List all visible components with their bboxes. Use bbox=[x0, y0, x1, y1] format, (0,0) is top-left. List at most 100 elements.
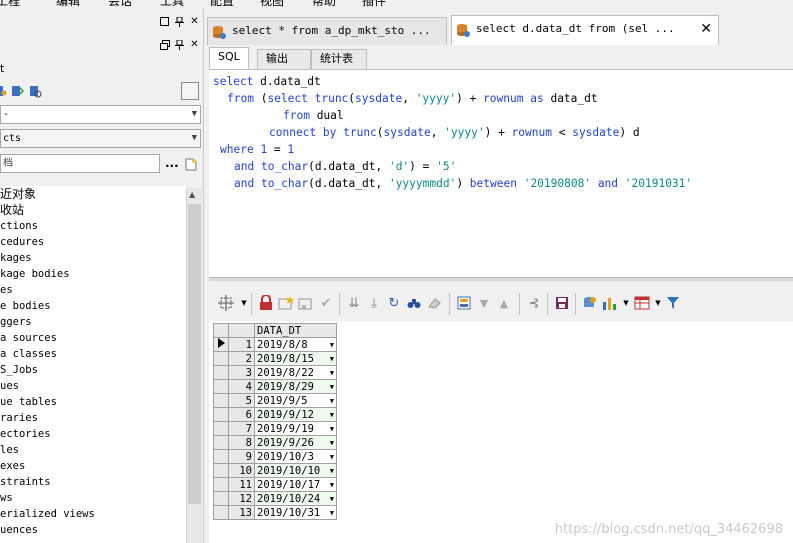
filter-icon[interactable] bbox=[665, 295, 683, 311]
table-row[interactable]: 11 2019/10/17 ▼ bbox=[213, 477, 337, 492]
cell-dropdown-icon[interactable]: ▼ bbox=[330, 395, 334, 407]
row-indicator[interactable] bbox=[213, 449, 229, 464]
export-db-icon[interactable] bbox=[581, 295, 599, 311]
tab-output[interactable]: 输出 bbox=[257, 49, 311, 69]
db-find-icon[interactable] bbox=[28, 84, 42, 101]
square-button[interactable] bbox=[181, 82, 199, 100]
tree-item[interactable]: raries bbox=[0, 410, 186, 426]
table-row[interactable]: 2 2019/8/15 ▼ bbox=[213, 351, 337, 366]
cell-dropdown-icon[interactable]: ▼ bbox=[330, 507, 334, 519]
chevron-down-icon[interactable]: ▼ bbox=[192, 106, 197, 123]
tree-item[interactable]: es bbox=[0, 282, 186, 298]
close-tab-icon[interactable]: ✕ bbox=[700, 16, 712, 42]
menu-config[interactable]: 配置 bbox=[210, 0, 234, 9]
cell-dropdown-icon[interactable]: ▼ bbox=[330, 479, 334, 491]
table-row[interactable]: 12 2019/10/24 ▼ bbox=[213, 491, 337, 506]
tree-item[interactable]: S_Jobs bbox=[0, 362, 186, 378]
tree-item[interactable]: e bodies bbox=[0, 298, 186, 314]
cell-data-dt[interactable]: 2019/10/24 ▼ bbox=[254, 491, 337, 506]
tree-item[interactable]: cedures bbox=[0, 234, 186, 250]
cell-data-dt[interactable]: 2019/9/5 ▼ bbox=[254, 393, 337, 408]
tree-item[interactable]: uences bbox=[0, 522, 186, 538]
cell-data-dt[interactable]: 2019/10/17 ▼ bbox=[254, 477, 337, 492]
tree-item[interactable]: 收站 bbox=[0, 202, 186, 218]
more-button[interactable]: ... bbox=[165, 156, 179, 170]
cell-dropdown-icon[interactable]: ▼ bbox=[330, 493, 334, 505]
db-refresh-icon[interactable] bbox=[10, 84, 25, 101]
refresh-icon[interactable]: ↻ bbox=[385, 295, 403, 311]
post-changes-icon[interactable]: ✔ bbox=[317, 295, 335, 311]
menu-help[interactable]: 帮助 bbox=[312, 0, 336, 9]
corner-cell[interactable] bbox=[213, 323, 229, 338]
cell-data-dt[interactable]: 2019/8/29 ▼ bbox=[254, 379, 337, 394]
tree-item[interactable]: ectories bbox=[0, 426, 186, 442]
row-indicator[interactable] bbox=[213, 393, 229, 408]
sql-editor[interactable]: select d.data_dt from (select trunc(sysd… bbox=[209, 69, 793, 277]
cell-dropdown-icon[interactable]: ▼ bbox=[330, 437, 334, 449]
tree-item[interactable]: ggers bbox=[0, 314, 186, 330]
column-header-data-dt[interactable]: DATA_DT bbox=[254, 323, 337, 338]
cell-data-dt[interactable]: 2019/8/8 ▼ bbox=[254, 337, 337, 352]
tree-item[interactable]: kage bodies bbox=[0, 266, 186, 282]
restore-icon[interactable] bbox=[159, 16, 170, 27]
row-indicator[interactable] bbox=[213, 435, 229, 450]
cell-data-dt[interactable]: 2019/9/19 ▼ bbox=[254, 421, 337, 436]
restore-icon[interactable] bbox=[159, 39, 170, 50]
row-indicator[interactable] bbox=[213, 477, 229, 492]
row-indicator[interactable] bbox=[213, 351, 229, 366]
tree-item[interactable]: ue tables bbox=[0, 394, 186, 410]
row-indicator[interactable] bbox=[213, 407, 229, 422]
editor-splitter[interactable] bbox=[209, 277, 793, 281]
tree-item[interactable]: kages bbox=[0, 250, 186, 266]
row-indicator[interactable] bbox=[213, 337, 229, 352]
tab-statistics[interactable]: 统计表 bbox=[311, 49, 367, 69]
doc-tab-1[interactable]: select * from a_dp_mkt_sto ... bbox=[207, 17, 447, 45]
chevron-down-icon[interactable]: ▼ bbox=[192, 130, 197, 147]
tree-item[interactable]: ws bbox=[0, 490, 186, 506]
select-grid-icon[interactable] bbox=[217, 295, 235, 311]
cell-dropdown-icon[interactable]: ▼ bbox=[330, 451, 334, 463]
cell-dropdown-icon[interactable]: ▼ bbox=[330, 367, 334, 379]
cell-data-dt[interactable]: 2019/10/3 ▼ bbox=[254, 449, 337, 464]
menu-plugins[interactable]: 插件 bbox=[362, 0, 386, 9]
tab-sql[interactable]: SQL bbox=[209, 47, 249, 69]
cell-data-dt[interactable]: 2019/9/26 ▼ bbox=[254, 435, 337, 450]
table-row[interactable]: 7 2019/9/19 ▼ bbox=[213, 421, 337, 436]
tree-item[interactable]: a sources bbox=[0, 330, 186, 346]
table-row[interactable]: 10 2019/10/10 ▼ bbox=[213, 463, 337, 478]
cell-dropdown-icon[interactable]: ▼ bbox=[330, 381, 334, 393]
cell-data-dt[interactable]: 2019/9/12 ▼ bbox=[254, 407, 337, 422]
tree-item[interactable]: a classes bbox=[0, 346, 186, 362]
close-icon[interactable]: ✕ bbox=[189, 39, 200, 50]
tree-item[interactable]: les bbox=[0, 442, 186, 458]
tree-item[interactable]: ctions bbox=[0, 218, 186, 234]
tree-item[interactable]: erialized views bbox=[0, 506, 186, 522]
table-row[interactable]: 5 2019/9/5 ▼ bbox=[213, 393, 337, 408]
tree-item[interactable]: exes bbox=[0, 458, 186, 474]
row-indicator[interactable] bbox=[213, 491, 229, 506]
tree-item[interactable]: ues bbox=[0, 378, 186, 394]
row-indicator[interactable] bbox=[213, 379, 229, 394]
sort-asc-icon[interactable]: ▲ bbox=[495, 295, 513, 311]
object-type-combo[interactable]: cts ▼ bbox=[0, 129, 201, 148]
cell-dropdown-icon[interactable]: ▼ bbox=[330, 423, 334, 435]
menu-view[interactable]: 视图 bbox=[260, 0, 284, 9]
table-row[interactable]: 9 2019/10/3 ▼ bbox=[213, 449, 337, 464]
cell-data-dt[interactable]: 2019/10/31 ▼ bbox=[254, 505, 337, 520]
table-row[interactable]: 4 2019/8/29 ▼ bbox=[213, 379, 337, 394]
row-indicator[interactable] bbox=[213, 421, 229, 436]
pin-icon[interactable] bbox=[174, 16, 185, 27]
new-document-icon[interactable] bbox=[185, 158, 197, 174]
table-row[interactable]: 6 2019/9/12 ▼ bbox=[213, 407, 337, 422]
table-row[interactable]: 1 2019/8/8 ▼ bbox=[213, 337, 337, 352]
save-icon[interactable] bbox=[553, 295, 571, 311]
row-indicator[interactable] bbox=[213, 463, 229, 478]
pin-icon[interactable] bbox=[174, 39, 185, 50]
link-icon[interactable]: ⊰ bbox=[525, 295, 543, 311]
tree-item[interactable]: s bbox=[0, 538, 186, 543]
table-row[interactable]: 3 2019/8/22 ▼ bbox=[213, 365, 337, 380]
table-row[interactable]: 8 2019/9/26 ▼ bbox=[213, 435, 337, 450]
cell-dropdown-icon[interactable]: ▼ bbox=[330, 353, 334, 365]
result-grid[interactable]: DATA_DT 1 2019/8/8 ▼ 2 2019/8/15 ▼ 3 2019/8/22 ▼… bbox=[213, 323, 337, 520]
cell-dropdown-icon[interactable]: ▼ bbox=[330, 465, 334, 477]
